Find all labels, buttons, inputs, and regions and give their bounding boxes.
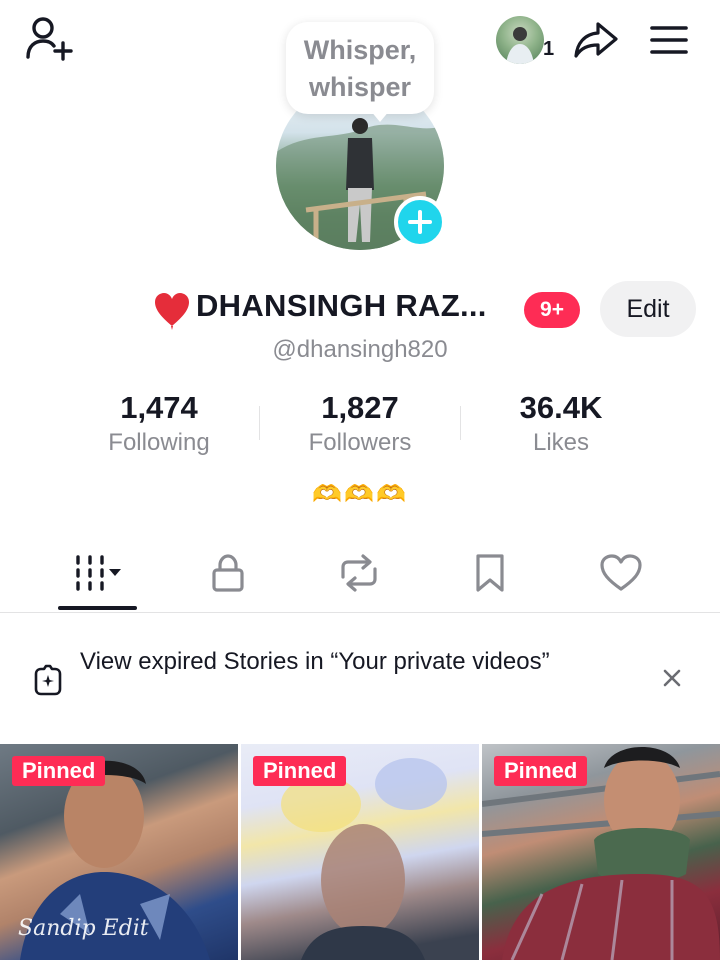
edit-profile-button[interactable]: Edit — [600, 281, 696, 337]
username: @dhansingh820 — [272, 336, 448, 363]
stat-label: Likes — [532, 429, 590, 456]
pinned-badge: Pinned — [494, 756, 588, 786]
stat-label: Followers — [308, 429, 412, 456]
whisper-line-1: Whisper, — [303, 35, 417, 65]
repost-icon — [341, 554, 377, 592]
display-name: DHANSINGH RAZ... — [196, 288, 487, 323]
pinned-badge: Pinned — [12, 756, 106, 786]
friend-count: 1 — [543, 38, 555, 60]
stat-value: 1,474 — [120, 390, 198, 425]
close-icon[interactable] — [656, 662, 688, 694]
tab-liked[interactable] — [576, 544, 666, 602]
stat-following[interactable]: 1,474 Following — [59, 388, 259, 458]
add-story-icon[interactable] — [394, 196, 446, 248]
expired-stories-banner[interactable] — [0, 614, 720, 742]
active-tab-indicator — [58, 606, 137, 610]
heart-emoji-icon — [152, 290, 192, 330]
notification-badge[interactable]: 9+ — [524, 292, 580, 328]
tab-videos[interactable] — [53, 544, 143, 602]
expired-stories-text: View expired Stories in “Your private vi… — [80, 648, 550, 675]
tabs-divider — [0, 612, 720, 613]
bubble-tail — [370, 110, 390, 122]
heart-icon — [600, 554, 642, 591]
friend-avatar[interactable] — [496, 16, 544, 64]
stat-followers[interactable]: 1,827 Followers — [260, 388, 460, 458]
tab-private[interactable] — [183, 544, 273, 602]
menu-icon[interactable] — [644, 18, 694, 62]
tab-reposts[interactable] — [314, 544, 404, 602]
video-thumbnail[interactable]: Pinned Sandip Edit — [0, 744, 238, 960]
stat-likes: 36.4K Likes — [461, 388, 661, 458]
grid-videos-icon — [76, 555, 121, 591]
bio: 🫶🫶🫶 — [312, 481, 408, 508]
stat-value: 36.4K — [519, 390, 603, 425]
stat-value: 1,827 — [321, 390, 399, 425]
pinned-badge: Pinned — [253, 756, 347, 786]
add-friend-icon[interactable] — [22, 14, 78, 64]
video-thumbnail[interactable]: Pinned — [241, 744, 479, 960]
share-icon[interactable] — [570, 16, 622, 64]
watermark-text: Sandip Edit — [18, 916, 149, 941]
whisper-bubble[interactable]: Whisper, whisper — [286, 22, 434, 114]
story-add-icon — [32, 664, 64, 696]
lock-icon — [212, 554, 244, 592]
video-thumbnail[interactable]: Pinned — [482, 744, 720, 960]
whisper-line-2: whisper — [308, 72, 412, 102]
tab-favorites[interactable] — [445, 544, 535, 602]
stat-label: Following — [108, 429, 210, 456]
bookmark-icon — [476, 554, 504, 592]
